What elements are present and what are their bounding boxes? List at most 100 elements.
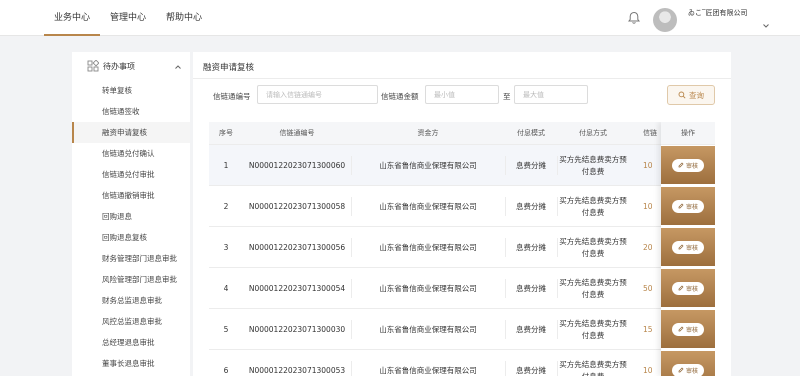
review-button[interactable]: 审核 xyxy=(671,281,704,295)
edit-icon xyxy=(678,203,684,209)
query-button[interactable]: 查询 xyxy=(667,85,715,105)
table-header: 序号 信链通编号 资金方 付息模式 付息方式 信链 xyxy=(209,122,715,145)
review-button[interactable]: 审核 xyxy=(671,158,704,172)
cell-index: 5 xyxy=(223,325,229,334)
chevron-down-icon[interactable] xyxy=(762,22,770,30)
cell-funder: 山东省鲁信商业保理有限公司 xyxy=(379,366,477,375)
review-button[interactable]: 审核 xyxy=(671,322,704,336)
main-nav: 业务中心 管理中心 帮助中心 xyxy=(44,0,212,36)
table-row[interactable]: 6 N0000122023071300053 山东省鲁信商业保理有限公司 息费分摊 买方… xyxy=(209,350,715,376)
action-column: 操作 审核 审核 审核 审核 审核 审核 xyxy=(661,122,715,376)
table-row[interactable]: 3 N0000122023071300056 山东省鲁信商业保理有限公司 息费分摊 买方… xyxy=(209,227,715,268)
review-button[interactable]: 审核 xyxy=(671,240,704,254)
sidebar-item[interactable]: 回购退息复核 xyxy=(72,227,190,248)
column-divider xyxy=(351,197,352,216)
action-cell: 审核 xyxy=(661,351,715,376)
page-title: 融资申请复核 xyxy=(203,63,255,73)
cell-code: N0000122023071300053 xyxy=(248,366,346,375)
column-divider xyxy=(557,156,558,175)
cell-interest-mode: 息费分摊 xyxy=(516,243,546,252)
table-row[interactable]: 5 N0000122023071300030 山东省鲁信商业保理有限公司 息费分摊 买方… xyxy=(209,309,715,350)
review-button-label: 审核 xyxy=(685,244,698,252)
column-divider xyxy=(505,156,506,175)
cell-interest-mode: 息费分摊 xyxy=(516,161,546,170)
cell-amount: 20 xyxy=(643,243,653,252)
nav-management-center[interactable]: 管理中心 xyxy=(100,0,156,36)
cell-interest-method: 买方先结息费卖方预付息费 xyxy=(559,318,627,340)
cell-funder: 山东省鲁信商业保理有限公司 xyxy=(379,243,477,252)
column-divider xyxy=(505,361,506,376)
amount-min-input[interactable] xyxy=(425,85,499,104)
side-group-todo[interactable]: 待办事项 xyxy=(72,56,190,78)
cell-amount: 10 xyxy=(643,161,653,170)
cell-interest-mode: 息费分摊 xyxy=(516,325,546,334)
edit-icon xyxy=(678,285,684,291)
cell-interest-method: 买方先结息费卖方预付息费 xyxy=(559,359,627,376)
col-header-action: 操作 xyxy=(661,122,715,145)
cell-interest-mode: 息费分摊 xyxy=(516,366,546,375)
top-nav-bar: 业务中心 管理中心 帮助中心 ゐこ‾匠团有限公司 xyxy=(0,0,800,36)
amount-max-input[interactable] xyxy=(514,85,588,104)
column-divider xyxy=(557,361,558,376)
side-menu-list: 转单复核 信链通签收 融资申请复核 信链通兑付确认 信链通兑付审批 信链通撤销审批 回购退息… xyxy=(72,80,190,374)
sidebar-item[interactable]: 转单复核 xyxy=(72,80,190,101)
cell-index: 3 xyxy=(223,243,229,252)
column-divider xyxy=(557,279,558,298)
range-to-label: 至 xyxy=(503,92,511,101)
nav-help-center[interactable]: 帮助中心 xyxy=(156,0,212,36)
sidebar-item[interactable]: 融资申请复核 xyxy=(72,122,190,143)
cell-code: N0000122023071300056 xyxy=(248,243,346,252)
review-button-label: 审核 xyxy=(685,162,698,170)
sidebar-item[interactable]: 信链通兑付确认 xyxy=(72,143,190,164)
cell-index: 4 xyxy=(223,284,229,293)
main-panel: 融资申请复核 信链通编号 信链通金额 至 查询 序号 信链通编号 资金方 付息模… xyxy=(193,52,731,376)
review-button[interactable]: 审核 xyxy=(671,199,704,213)
amount-filter-label: 信链通金额 xyxy=(381,92,419,101)
review-button-label: 审核 xyxy=(685,203,698,211)
cell-funder: 山东省鲁信商业保理有限公司 xyxy=(379,202,477,211)
table-row[interactable]: 4 N0000122023071300054 山东省鲁信商业保理有限公司 息费分摊 买方… xyxy=(209,268,715,309)
code-search-input[interactable] xyxy=(257,85,378,104)
cell-code: N0000122023071300058 xyxy=(248,202,346,211)
sidebar-item[interactable]: 风险管理部门退息审批 xyxy=(72,269,190,290)
sidebar-item[interactable]: 回购退息 xyxy=(72,206,190,227)
sidebar-item[interactable]: 总经理退息审批 xyxy=(72,332,190,353)
apps-grid-icon xyxy=(87,60,99,72)
cell-interest-method: 买方先结息费卖方预付息费 xyxy=(559,154,627,176)
table-row[interactable]: 1 N0000122023071300060 山东省鲁信商业保理有限公司 息费分摊 买方… xyxy=(209,145,715,186)
sidebar-item[interactable]: 信链通签收 xyxy=(72,101,190,122)
action-cell: 审核 xyxy=(661,187,715,225)
column-divider xyxy=(351,238,352,257)
cell-amount: 10 xyxy=(643,366,653,375)
col-header-code: 信链通编号 xyxy=(279,129,315,137)
column-divider xyxy=(351,361,352,376)
nav-business-center[interactable]: 业务中心 xyxy=(44,0,101,36)
column-divider xyxy=(351,320,352,339)
review-button[interactable]: 审核 xyxy=(671,363,704,376)
table-row[interactable]: 2 N0000122023071300058 山东省鲁信商业保理有限公司 息费分摊 买方… xyxy=(209,186,715,227)
cell-interest-method: 买方先结息费卖方预付息费 xyxy=(559,195,627,217)
sidebar-item[interactable]: 财务管理部门退息审批 xyxy=(72,248,190,269)
action-cell: 审核 xyxy=(661,228,715,266)
search-icon xyxy=(678,91,686,99)
sidebar-item[interactable]: 信链通兑付审批 xyxy=(72,164,190,185)
cell-amount: 15 xyxy=(643,325,653,334)
bell-icon[interactable] xyxy=(627,11,641,25)
chevron-up-icon[interactable] xyxy=(174,63,182,71)
sidebar-item[interactable]: 董事长退息审批 xyxy=(72,353,190,374)
edit-icon xyxy=(678,326,684,332)
side-group-label: 待办事项 xyxy=(103,62,135,71)
action-cell: 审核 xyxy=(661,269,715,307)
col-header-index: 序号 xyxy=(219,129,233,137)
cell-interest-mode: 息费分摊 xyxy=(516,284,546,293)
user-avatar[interactable] xyxy=(653,8,677,32)
sidebar-item[interactable]: 财务总监退息审批 xyxy=(72,290,190,311)
cell-code: N0000122023071300060 xyxy=(248,161,346,170)
sidebar-item[interactable]: 信链通撤销审批 xyxy=(72,185,190,206)
cell-amount: 10 xyxy=(643,202,653,211)
column-divider xyxy=(505,320,506,339)
sidebar-item[interactable]: 风控总监退息审批 xyxy=(72,311,190,332)
edit-icon xyxy=(678,367,684,373)
results-table: 序号 信链通编号 资金方 付息模式 付息方式 信链 1 N000012202307… xyxy=(209,122,715,376)
column-divider xyxy=(557,320,558,339)
